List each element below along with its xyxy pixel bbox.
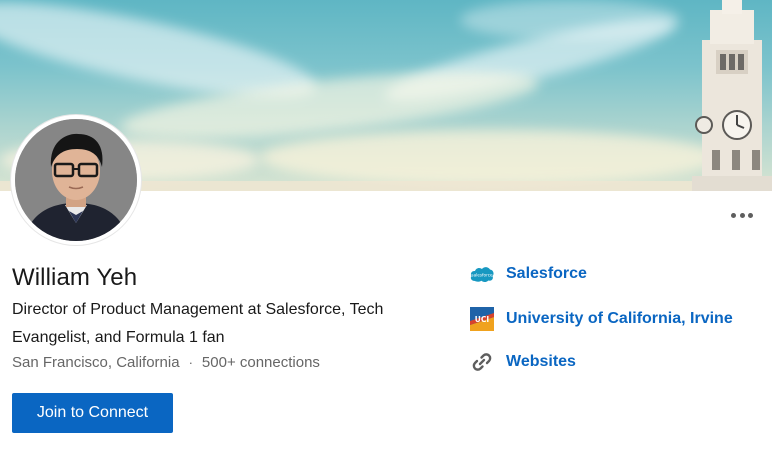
join-to-connect-button[interactable]: Join to Connect	[12, 393, 173, 433]
more-options-button[interactable]	[729, 207, 755, 223]
link-university[interactable]: UCI University of California, Irvine	[470, 307, 733, 331]
clock-tower-image	[692, 0, 772, 191]
profile-headline: Director of Product Management at Salesf…	[12, 301, 384, 346]
link-label: Websites	[506, 353, 576, 370]
link-chain-icon	[470, 350, 494, 374]
salesforce-logo-icon: salesforce	[470, 262, 494, 286]
more-horizontal-icon	[731, 212, 736, 218]
profile-location: San Francisco, California	[12, 354, 180, 371]
link-websites[interactable]: Websites	[470, 350, 576, 374]
uci-logo-icon: UCI	[470, 307, 494, 331]
link-salesforce[interactable]: salesforce Salesforce	[470, 262, 587, 286]
profile-name: William Yeh	[12, 264, 138, 291]
link-label: Salesforce	[506, 265, 587, 282]
meta-separator: ·	[188, 355, 193, 370]
svg-text:salesforce: salesforce	[471, 273, 493, 278]
avatar-photo	[15, 119, 137, 241]
link-label: University of California, Irvine	[506, 310, 733, 327]
profile-avatar[interactable]	[11, 115, 141, 245]
svg-text:UCI: UCI	[475, 315, 490, 324]
profile-meta: San Francisco, California · 500+ connect…	[12, 354, 320, 371]
profile-connections: 500+ connections	[201, 354, 320, 371]
